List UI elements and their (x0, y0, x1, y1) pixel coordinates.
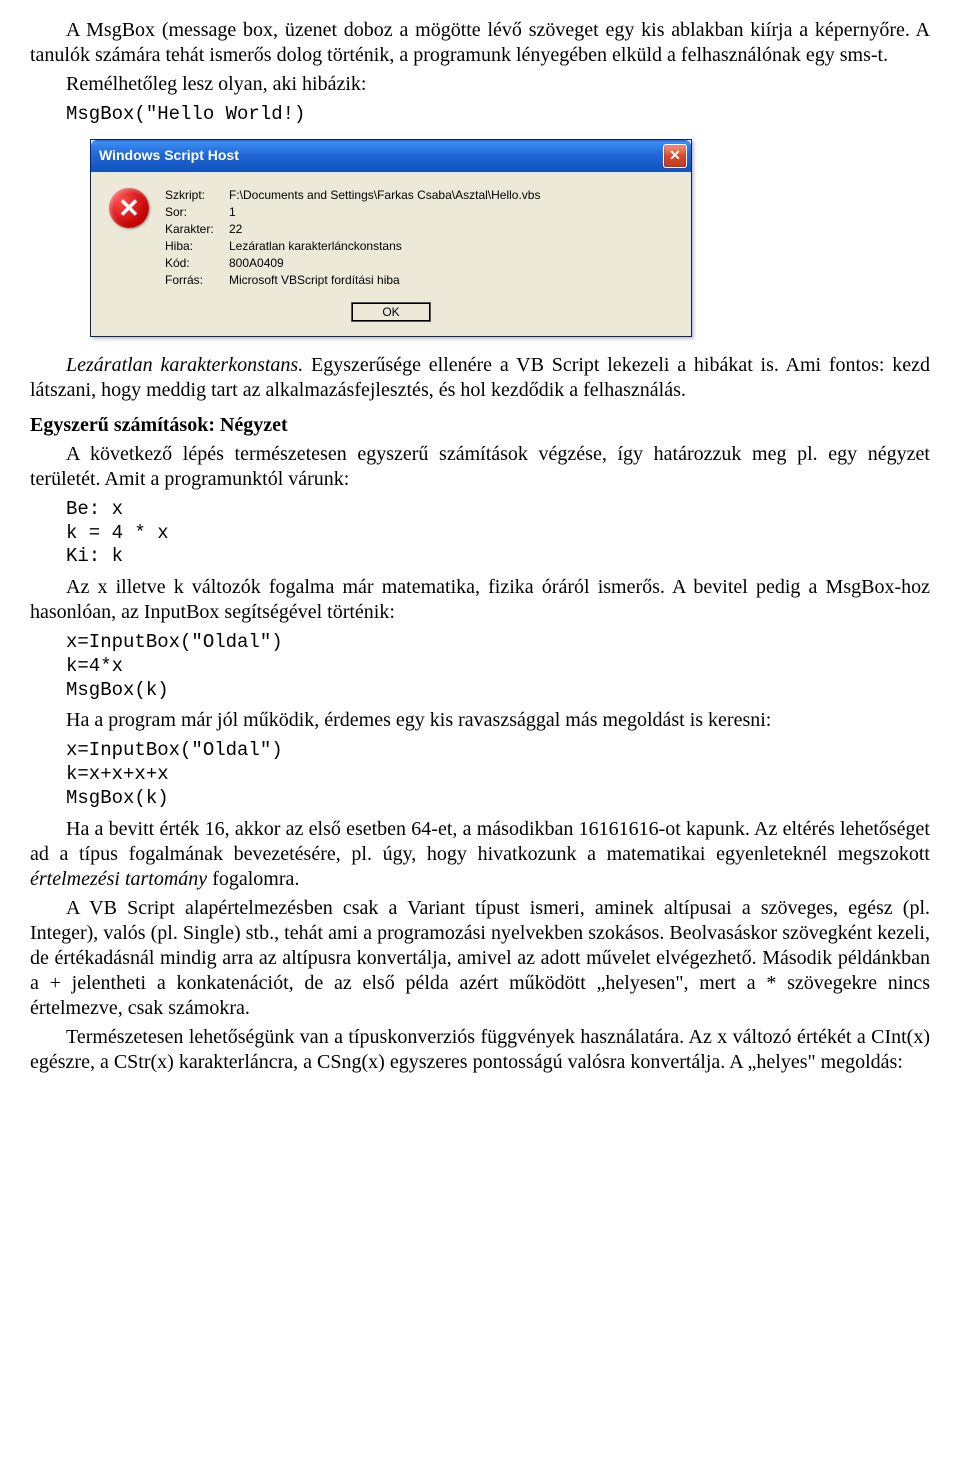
label-char: Karakter: (165, 222, 229, 237)
code-msgbox-wrong: MsgBox("Hello World!) (66, 103, 930, 127)
ok-button[interactable]: OK (351, 302, 431, 322)
value-char: 22 (229, 222, 673, 237)
close-icon[interactable]: ✕ (663, 144, 687, 168)
error-dialog: Windows Script Host ✕ ✕ Szkript:F:\Docum… (90, 139, 692, 337)
code-pseudocode: Be: x k = 4 * x Ki: k (66, 498, 930, 569)
label-error: Hiba: (165, 239, 229, 254)
paragraph-type-intro: Ha a bevitt érték 16, akkor az első eset… (30, 817, 930, 892)
code-inputbox-1: x=InputBox("Oldal") k=4*x MsgBox(k) (66, 631, 930, 702)
dialog-button-row: OK (91, 296, 691, 336)
type-intro-a: Ha a bevitt érték 16, akkor az első eset… (30, 818, 930, 865)
dialog-body: ✕ Szkript:F:\Documents and Settings\Fark… (91, 172, 691, 296)
label-script: Szkript: (165, 188, 229, 203)
type-intro-em: értelmezési tartomány (30, 868, 207, 890)
paragraph-trick: Ha a program már jól működik, érdemes eg… (30, 708, 930, 733)
code-inputbox-2: x=InputBox("Oldal") k=x+x+x+x MsgBox(k) (66, 739, 930, 810)
error-icon: ✕ (109, 188, 149, 228)
paragraph-intro: A MsgBox (message box, üzenet doboz a mö… (30, 18, 930, 68)
value-code: 800A0409 (229, 256, 673, 271)
value-line: 1 (229, 205, 673, 220)
value-error: Lezáratlan karakterlánckonstans (229, 239, 673, 254)
value-script: F:\Documents and Settings\Farkas Csaba\A… (229, 188, 673, 203)
type-intro-b: fogalomra. (207, 868, 299, 890)
label-code: Kód: (165, 256, 229, 271)
heading-simple-calc: Egyszerű számítások: Négyzet (30, 413, 930, 438)
label-source: Forrás: (165, 273, 229, 288)
dialog-titlebar: Windows Script Host ✕ (91, 140, 691, 172)
paragraph-conversion: Természetesen lehetőségünk van a típusko… (30, 1025, 930, 1075)
paragraph-next-step: A következő lépés természetesen egyszerű… (30, 442, 930, 492)
paragraph-variables: Az x illetve k változók fogalma már mate… (30, 575, 930, 625)
caption-italic: Lezáratlan karakterkonstans. (66, 354, 303, 376)
paragraph-caption: Lezáratlan karakterkonstans. Egyszerűség… (30, 353, 930, 403)
label-line: Sor: (165, 205, 229, 220)
paragraph-hope-error: Remélhetőleg lesz olyan, aki hibázik: (30, 72, 930, 97)
dialog-title: Windows Script Host (99, 147, 239, 165)
dialog-info: Szkript:F:\Documents and Settings\Farkas… (165, 188, 673, 290)
paragraph-variant: A VB Script alapértelmezésben csak a Var… (30, 896, 930, 1021)
value-source: Microsoft VBScript fordítási hiba (229, 273, 673, 288)
